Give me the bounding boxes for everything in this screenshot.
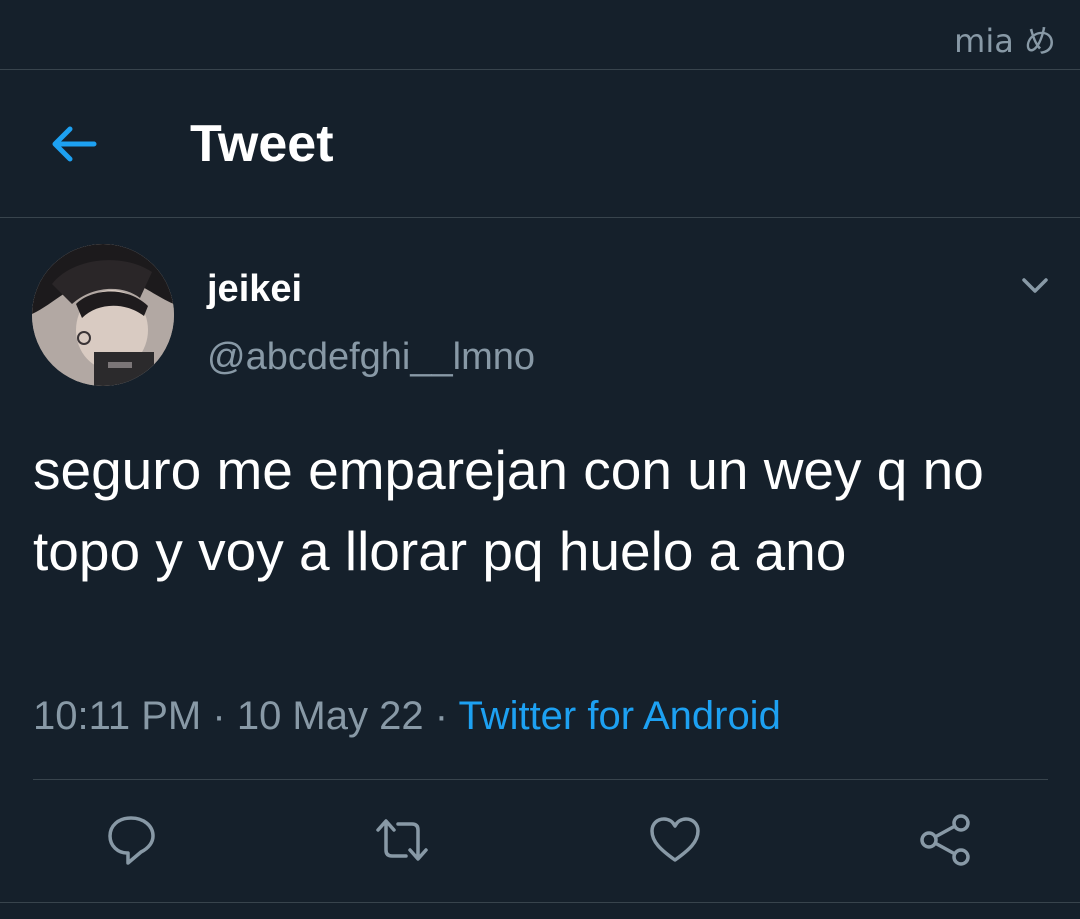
reply-icon[interactable] — [103, 812, 159, 868]
tweet-source-link[interactable]: Twitter for Android — [458, 694, 780, 738]
tweet-meta: 10:11 PM · 10 May 22 · Twitter for Andro… — [33, 694, 781, 739]
meta-separator: · — [434, 694, 449, 738]
watermark-label: mia め — [954, 22, 1056, 60]
author-handle[interactable]: @abcdefghi__lmno — [207, 336, 535, 379]
tweet-date: 10 May 22 — [236, 694, 424, 738]
arrow-left-icon[interactable] — [48, 120, 100, 168]
retweet-icon[interactable] — [374, 812, 430, 868]
meta-separator: · — [212, 694, 226, 738]
chevron-down-icon[interactable] — [1018, 272, 1052, 300]
divider — [0, 902, 1080, 903]
divider — [33, 779, 1048, 780]
avatar[interactable] — [32, 244, 174, 386]
author-display-name[interactable]: jeikei — [207, 268, 302, 311]
share-icon[interactable] — [918, 812, 974, 868]
heart-icon[interactable] — [647, 812, 703, 868]
tweet-text: seguro me emparejan con un wey q no topo… — [33, 439, 984, 582]
tweet-time: 10:11 PM — [33, 694, 202, 738]
page-title: Tweet — [190, 115, 334, 173]
top-status-strip: mia め — [0, 0, 1080, 70]
tweet-header-bar: Tweet — [0, 70, 1080, 218]
